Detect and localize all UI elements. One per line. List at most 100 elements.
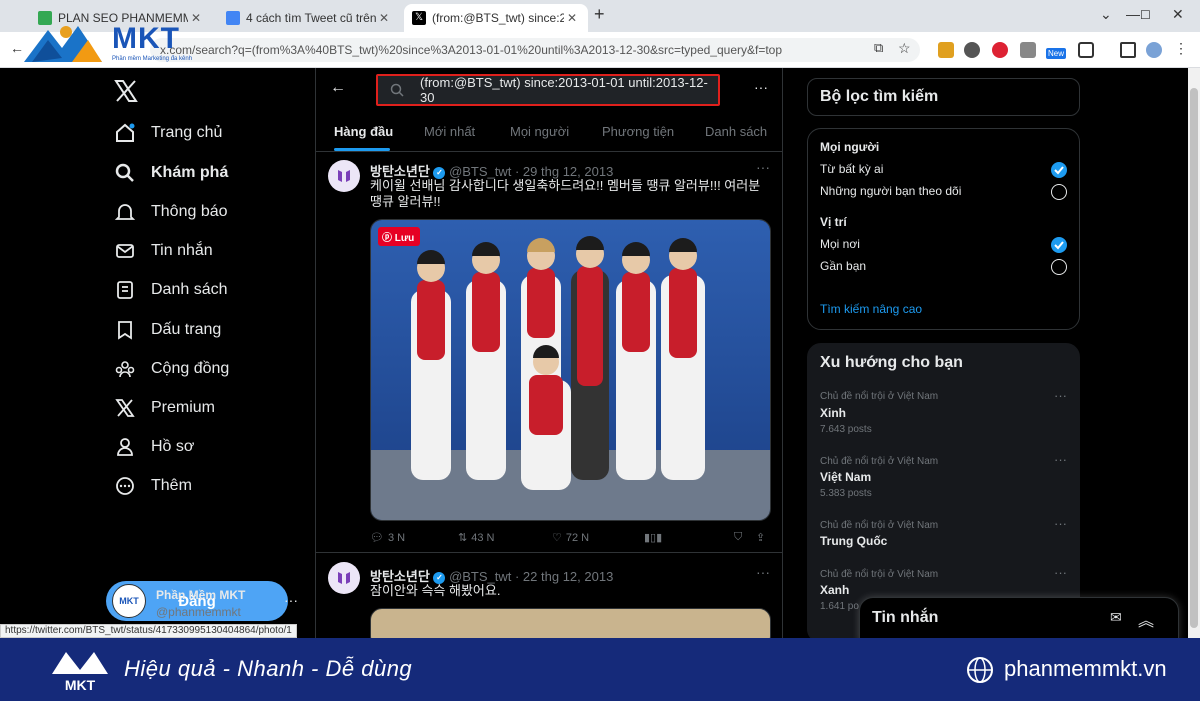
tab-media[interactable]: Phương tiện: [602, 124, 674, 139]
nav-more[interactable]: Thêm: [112, 473, 192, 499]
tweet-item[interactable]: 방탄소년단 ✓ @BTS_twt · 29 thg 12, 2013 ··· 케…: [316, 153, 782, 553]
search-more-icon[interactable]: ···: [754, 79, 768, 95]
nav-premium[interactable]: Premium: [112, 395, 215, 421]
tweet-photo[interactable]: [370, 608, 771, 638]
browser-tab-search[interactable]: 𝕏 (from:@BTS_twt) since:2013-01 ✕: [404, 4, 588, 32]
search-input[interactable]: (from:@BTS_twt) since:2013-01-01 until:2…: [376, 74, 720, 106]
filter-from-anyone[interactable]: Từ bất kỳ ai: [820, 162, 883, 176]
browser-tab-doc[interactable]: 4 cách tìm Tweet cũ trên Twitte ✕: [218, 4, 400, 32]
trend-posts: 7.643 posts: [820, 424, 872, 435]
share-button[interactable]: ⇪: [756, 531, 765, 544]
trend-more-icon[interactable]: ···: [1054, 565, 1067, 580]
reply-button[interactable]: 💬︎ 3 N: [370, 531, 406, 545]
sidepanel-icon[interactable]: [1120, 42, 1136, 58]
extension-icon[interactable]: [938, 42, 954, 58]
filter-near-you[interactable]: Gần bạn: [820, 259, 866, 273]
account-name: Phần Mềm MKT: [156, 588, 246, 602]
search-tabs: Hàng đầu Mới nhất Mọi người Phương tiện …: [316, 116, 782, 152]
nav-label: Danh sách: [151, 281, 228, 298]
trend-more-icon[interactable]: ···: [1054, 388, 1067, 403]
chevron-down-icon[interactable]: ⌄: [1100, 6, 1112, 23]
tab-top[interactable]: Hàng đầu: [334, 124, 393, 139]
trend-name[interactable]: Việt Nam: [820, 470, 871, 484]
like-count: 72 N: [565, 531, 590, 544]
nav-messages[interactable]: Tin nhắn: [112, 238, 213, 264]
radio-anywhere[interactable]: [1051, 237, 1067, 253]
trend-more-icon[interactable]: ···: [1054, 516, 1067, 531]
cast-icon[interactable]: ⧉: [874, 40, 883, 56]
x-logo-icon[interactable]: [114, 80, 138, 102]
nav-label: Cộng đồng: [151, 360, 230, 377]
tweet-photo[interactable]: [370, 219, 771, 521]
new-message-icon[interactable]: ✉︎: [1110, 609, 1122, 626]
trend-category: Chủ đề nổi trội ở Việt Nam: [820, 520, 939, 531]
trend-name[interactable]: Xanh: [820, 583, 849, 597]
pinterest-save-button[interactable]: ⓟ Lưu: [378, 227, 421, 246]
close-window-icon[interactable]: ✕: [1172, 6, 1184, 23]
tab-title: 4 cách tìm Tweet cũ trên Twitte: [246, 11, 376, 25]
reply-count: 3 N: [387, 531, 406, 544]
scrollbar-thumb[interactable]: [1190, 88, 1198, 628]
tab-people[interactable]: Mọi người: [510, 124, 569, 139]
shield-icon[interactable]: [992, 42, 1008, 58]
maximize-icon[interactable]: ☐: [1140, 8, 1151, 22]
filter-people-you-follow[interactable]: Những người bạn theo dõi: [820, 184, 961, 198]
expand-icon[interactable]: ︽: [1138, 607, 1154, 631]
like-button[interactable]: ♡ 72 N: [552, 531, 590, 545]
mkt-brand-text: MKT: [112, 22, 180, 55]
nav-notifications[interactable]: Thông báo: [112, 199, 228, 225]
banner-slogan: Hiệu quả - Nhanh - Dễ dùng: [124, 656, 413, 681]
bookmark-button[interactable]: ⛉: [734, 531, 742, 544]
nav-profile[interactable]: Hồ sơ: [112, 434, 194, 460]
new-badge[interactable]: New: [1046, 48, 1067, 59]
search-icon: [112, 160, 138, 186]
account-avatar[interactable]: MKT: [112, 584, 146, 618]
messages-drawer[interactable]: Tin nhắn ✉︎ ︽: [859, 597, 1179, 642]
tweet-avatar[interactable]: [328, 562, 360, 594]
tweet-avatar[interactable]: [328, 160, 360, 192]
extension-icon[interactable]: [964, 42, 980, 58]
retweet-button[interactable]: ⇅ 43 N: [458, 531, 494, 545]
author-name: 방탄소년단: [370, 569, 430, 584]
star-icon[interactable]: ☆: [898, 40, 911, 57]
kebab-menu-icon[interactable]: ⋮: [1174, 40, 1188, 57]
advanced-search-link[interactable]: Tìm kiếm nâng cao: [820, 302, 922, 316]
tweet-more-icon[interactable]: ···: [756, 564, 770, 580]
minimize-icon[interactable]: —: [1126, 6, 1140, 22]
filter-anywhere[interactable]: Mọi nơi: [820, 237, 860, 251]
tab-lists[interactable]: Danh sách: [705, 124, 767, 139]
extension-icon[interactable]: [1020, 42, 1036, 58]
close-icon[interactable]: ✕: [376, 11, 392, 25]
account-more-icon[interactable]: ···: [284, 592, 298, 608]
nav-bookmarks[interactable]: Dấu trang: [112, 317, 221, 343]
trend-posts: 5.383 posts: [820, 488, 872, 499]
tweet-text: 케이윌 선배님 감사합니다 생일축하드려요!! 멤버들 땡큐 알러뷰!!! 여러…: [370, 178, 761, 209]
radio-people-you-follow[interactable]: [1051, 184, 1067, 200]
mkt-banner-logo: MKT: [52, 652, 108, 693]
banner-website[interactable]: phanmemmkt.vn: [1004, 656, 1167, 682]
nav-communities[interactable]: Cộng đồng: [112, 356, 229, 382]
home-icon: [112, 120, 138, 146]
close-icon[interactable]: ✕: [564, 11, 580, 25]
puzzle-icon[interactable]: [1078, 42, 1094, 58]
verified-icon: ✓: [433, 166, 446, 179]
page-scrollbar[interactable]: [1188, 68, 1200, 638]
tweet-more-icon[interactable]: ···: [756, 159, 770, 175]
nav-explore[interactable]: Khám phá: [112, 160, 228, 186]
tab-latest[interactable]: Mới nhất: [424, 124, 475, 139]
avatar[interactable]: [1146, 42, 1162, 58]
trend-name[interactable]: Trung Quốc: [820, 534, 887, 548]
trend-name[interactable]: Xinh: [820, 406, 846, 420]
back-arrow-icon[interactable]: ←: [330, 79, 346, 97]
share-icon: ⇪: [756, 532, 766, 544]
tweet-item[interactable]: 방탄소년단 ✓ @BTS_twt · 22 thg 12, 2013 ··· 잠…: [316, 554, 782, 638]
nav-home[interactable]: Trang chủ: [112, 120, 222, 146]
url-input[interactable]: x.com/search?q=(from%3A%40BTS_twt)%20sin…: [150, 38, 920, 62]
trend-more-icon[interactable]: ···: [1054, 452, 1067, 467]
nav-lists[interactable]: Danh sách: [112, 277, 228, 303]
x-icon: [112, 395, 138, 421]
new-tab-icon[interactable]: +: [594, 4, 605, 25]
views-button[interactable]: ▮▯▮: [644, 531, 662, 544]
radio-from-anyone[interactable]: [1051, 162, 1067, 178]
radio-near-you[interactable]: [1051, 259, 1067, 275]
